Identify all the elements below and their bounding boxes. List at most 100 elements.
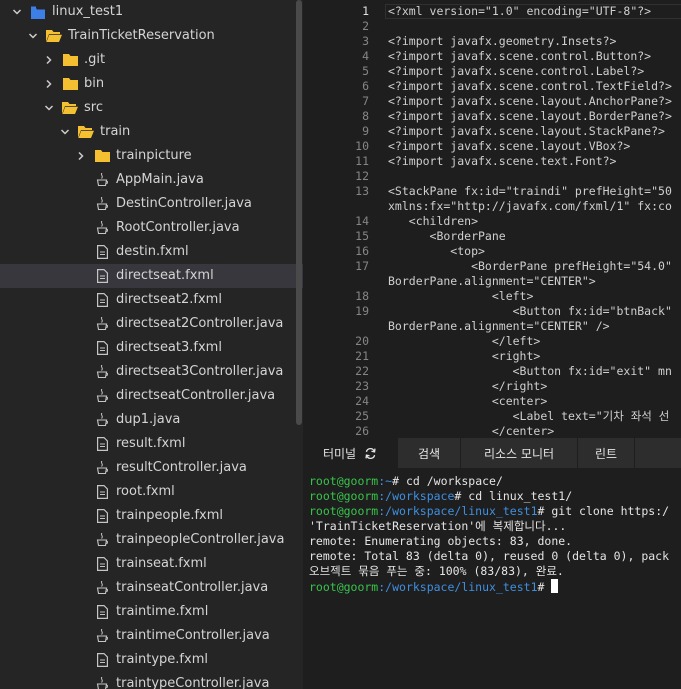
chevron-right-icon[interactable] [74,149,88,163]
explorer-item[interactable]: directseat3.fxml [0,336,303,360]
explorer-item[interactable]: trainpeopleController.java [0,528,303,552]
explorer-item[interactable]: root.fxml [0,480,303,504]
code-editor[interactable]: 1 <?xml version="1.0" encoding="UTF-8"?> 2… [303,0,681,438]
explorer-item[interactable]: directseat2Controller.java [0,312,303,336]
code-text: <left> [388,289,534,303]
code-line: xmlns:fx="http://javafx.com/fxml/1" fx:c… [303,199,681,214]
explorer-item-label: directseatController.java [116,388,276,403]
code-text: </left> [388,334,541,348]
chevron-down-icon[interactable] [58,125,72,139]
explorer-item[interactable]: linux_test1 [0,0,303,24]
explorer-item[interactable]: result.fxml [0,432,303,456]
terminal-command: # [537,580,552,594]
terminal-line: root@goorm:/workspace# cd linux_test1/ [309,489,681,504]
line-number: 5 [362,64,369,78]
code-line: 11 <?import javafx.scene.text.Font?> [303,154,681,169]
explorer-item[interactable]: directseat3Controller.java [0,360,303,384]
explorer-item[interactable]: .git [0,48,303,72]
explorer-item[interactable]: AppMain.java [0,168,303,192]
tab-search[interactable]: 검색 [398,438,461,468]
explorer-item-label: train [100,124,131,139]
code-line: BorderPane.alignment="CENTER" /> [303,319,681,334]
line-number: 21 [355,349,369,363]
code-text: <StackPane fx:id="traindi" prefHeight="5… [388,184,672,198]
terminal-text: 오브젝트 묶음 푸는 중: 100% (83/83), 완료. [309,564,564,578]
chevron-right-icon[interactable] [42,77,56,91]
explorer-item[interactable]: trainpeople.fxml [0,504,303,528]
code-line: 22 <Button fx:id="exit" mn [303,364,681,379]
line-number: 23 [355,379,369,393]
code-line: 25 <Label text="기차 좌석 선 [303,409,681,424]
code-text: <top> [388,244,485,258]
explorer-item-label: traintimeController.java [116,628,270,643]
explorer-item[interactable]: RootController.java [0,216,303,240]
line-number: 15 [355,229,369,243]
explorer-item[interactable]: destin.fxml [0,240,303,264]
java-file-icon [94,388,110,404]
explorer-item[interactable]: traintimeController.java [0,624,303,648]
explorer-item[interactable]: train [0,120,303,144]
line-number: 8 [362,109,369,123]
explorer-item[interactable]: directseatController.java [0,384,303,408]
explorer-item[interactable]: traintypeController.java [0,672,303,689]
code-line: 20 </left> [303,334,681,349]
tab-resource-monitor[interactable]: 리소스 모니터 [461,438,578,468]
explorer-item-label: trainpeopleController.java [116,532,285,547]
panel-tabs: 터미널 검색 리소스 모니터 린트 [303,438,681,468]
line-number: 25 [355,409,369,423]
prompt-path: :/workspace [378,489,455,503]
code-text: <children> [388,214,479,228]
explorer-item[interactable]: DestinController.java [0,192,303,216]
folder-open-icon [78,124,94,140]
explorer-item[interactable]: TrainTicketReservation [0,24,303,48]
java-file-icon [94,676,110,689]
folder-icon [94,148,110,164]
chevron-down-icon[interactable] [26,29,40,43]
tab-lint[interactable]: 린트 [578,438,635,468]
explorer-item[interactable]: traintime.fxml [0,600,303,624]
line-number: 16 [355,244,369,258]
code-text: <?import javafx.geometry.Insets?> [388,34,617,48]
line-number: 26 [355,424,369,438]
chevron-down-icon[interactable] [42,101,56,115]
explorer-item[interactable]: directseat2.fxml [0,288,303,312]
terminal-line: 오브젝트 묶음 푸는 중: 100% (83/83), 완료. [309,564,681,579]
explorer-item[interactable]: directseat.fxml [0,264,303,288]
code-line: 10 <?import javafx.scene.layout.VBox?> [303,139,681,154]
line-number: 22 [355,364,369,378]
explorer-item-label: destin.fxml [116,244,189,259]
refresh-icon[interactable] [364,447,377,460]
explorer-item-label: directseat2.fxml [116,292,222,307]
explorer-item[interactable]: traintype.fxml [0,648,303,672]
explorer-item[interactable]: dup1.java [0,408,303,432]
code-line: 4 <?import javafx.scene.control.Button?> [303,49,681,64]
explorer-item[interactable]: trainpicture [0,144,303,168]
terminal-text: remote: Total 83 (delta 0), reused 0 (de… [309,549,670,563]
explorer-item[interactable]: trainseatController.java [0,576,303,600]
chevron-right-icon[interactable] [42,53,56,67]
terminal-text: remote: Enumerating objects: 83, done. [309,534,573,548]
line-number: 13 [355,184,369,198]
explorer-scrollbar[interactable] [296,0,302,425]
prompt-user: root@goorm [309,580,379,594]
terminal-line: root@goorm:~# cd /workspace/ [309,474,681,489]
explorer-item[interactable]: resultController.java [0,456,303,480]
explorer-item[interactable]: src [0,96,303,120]
explorer-item[interactable]: trainseat.fxml [0,552,303,576]
code-line: 21 <right> [303,349,681,364]
tab-terminal[interactable]: 터미널 [303,438,398,468]
code-line: 9 <?import javafx.scene.layout.StackPane?… [303,124,681,139]
terminal-output[interactable]: root@goorm:~# cd /workspace/root@goorm:/… [309,474,681,594]
chevron-down-icon[interactable] [10,5,24,19]
explorer-item[interactable]: bin [0,72,303,96]
explorer-item-label: trainpeople.fxml [116,508,224,523]
file-icon [94,556,110,572]
tab-label: 터미널 [322,446,357,461]
line-number: 24 [355,394,369,408]
terminal-command: # cd linux_test1/ [454,489,573,503]
